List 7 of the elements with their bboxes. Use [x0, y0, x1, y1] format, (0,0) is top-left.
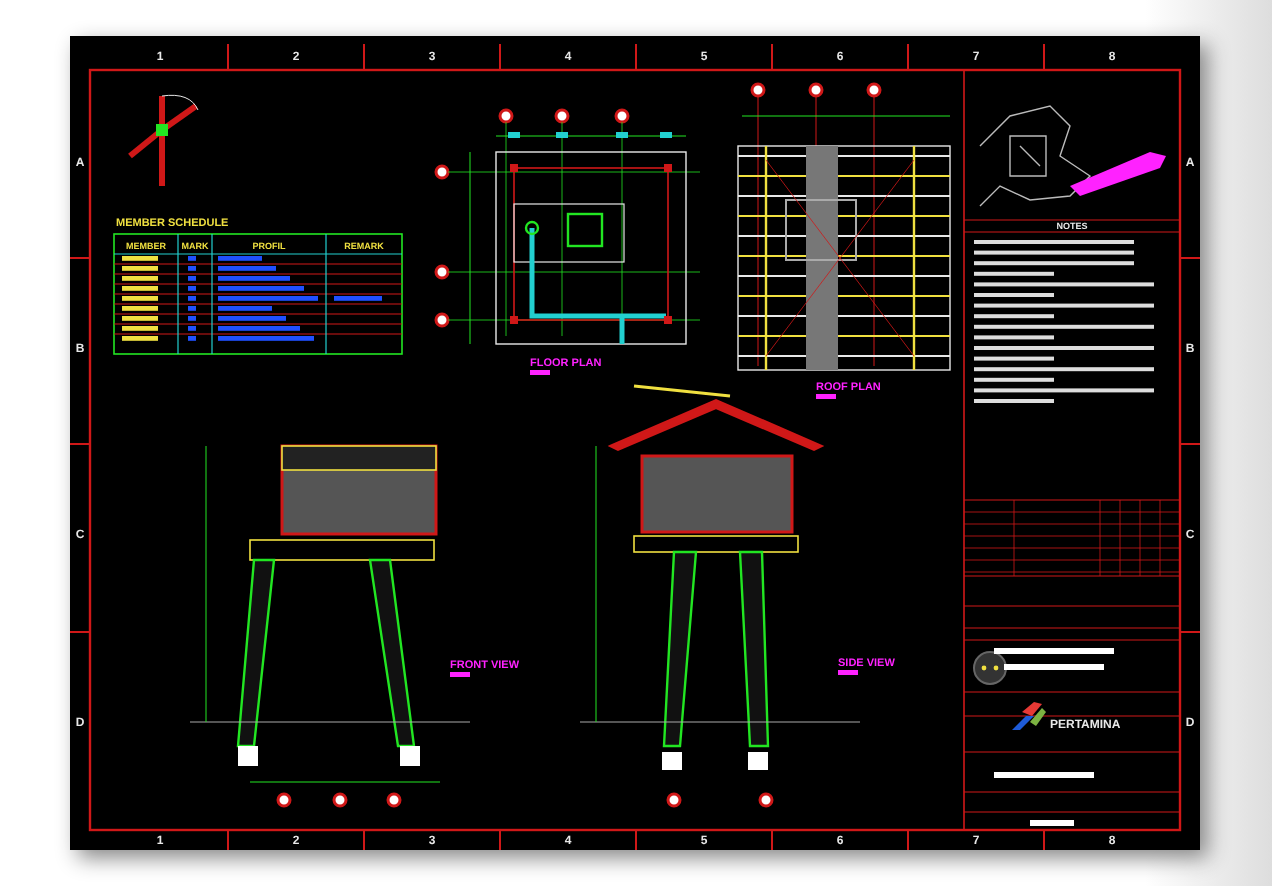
- redacted-bar: [1030, 820, 1074, 826]
- company-logo-icon: [1012, 702, 1046, 730]
- redacted-bar: [1004, 664, 1104, 670]
- redacted-bar: [994, 772, 1094, 778]
- north-arrow-drawing: [128, 94, 199, 186]
- redacted-bar: [994, 648, 1114, 654]
- emblem-icon: [973, 651, 1007, 685]
